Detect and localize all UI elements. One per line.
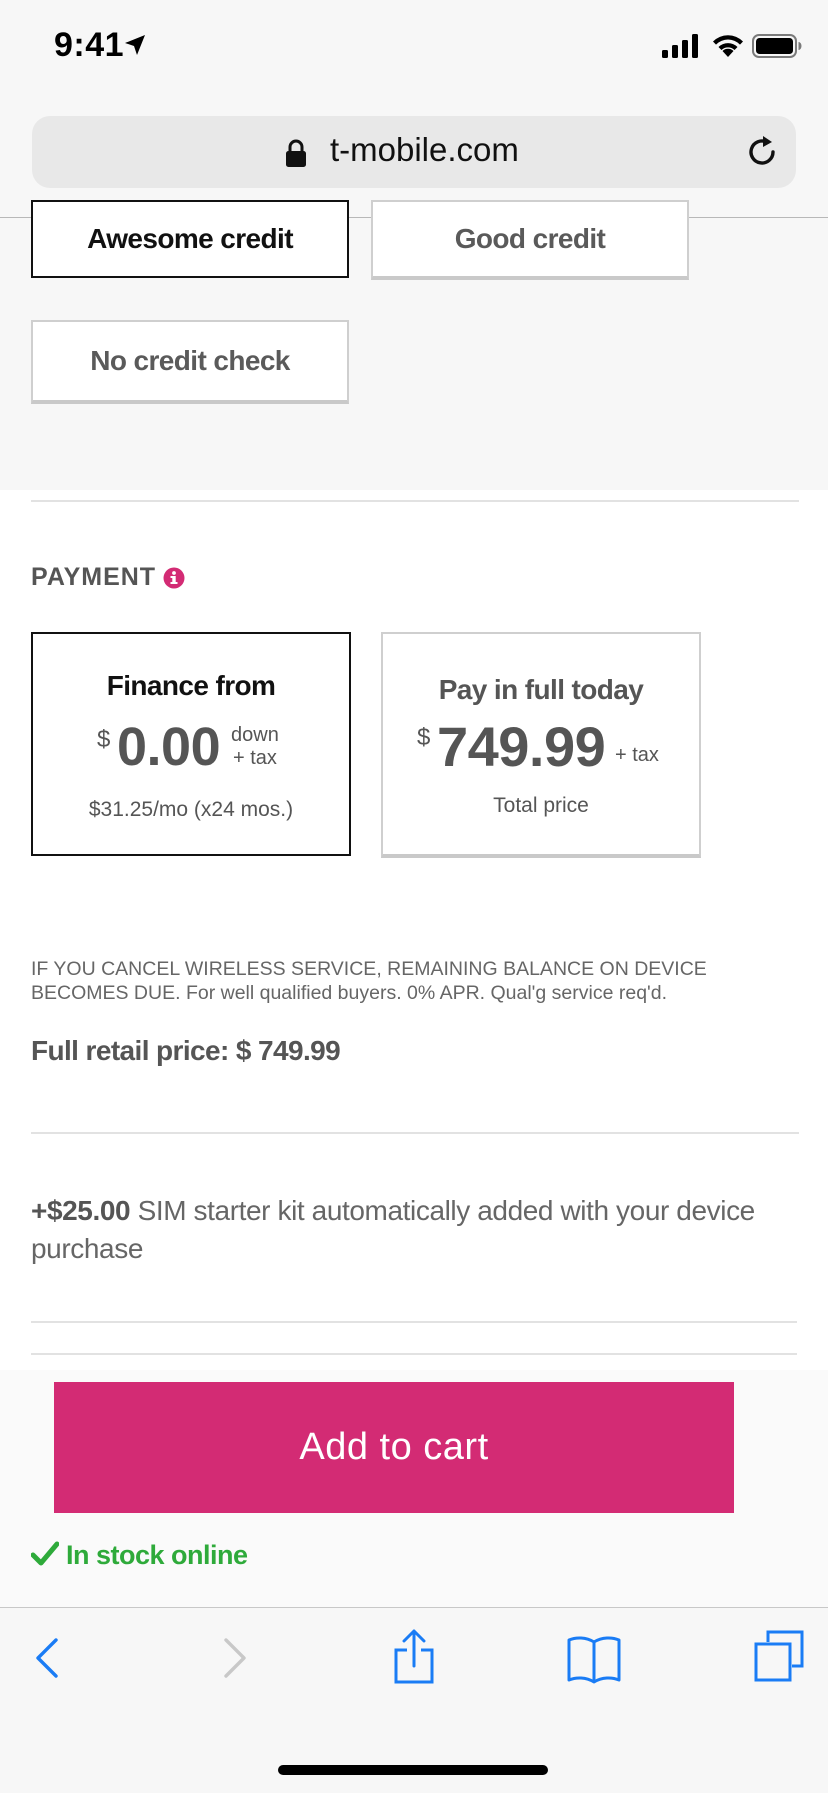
stock-status: In stock online: [66, 1540, 248, 1570]
home-indicator: [278, 1765, 548, 1775]
section-divider: [31, 1321, 797, 1323]
credit-option-label: Awesome credit: [87, 223, 293, 254]
url-text[interactable]: t-mobile.com: [330, 131, 519, 169]
section-divider: [31, 1132, 799, 1134]
pay-in-full-option-card[interactable]: Pay in full today $ 749.99 + tax Total p…: [381, 632, 701, 858]
pay-full-title: Pay in full today: [438, 674, 644, 705]
pay-full-currency: $: [417, 724, 431, 751]
pay-full-tax-label: + tax: [615, 744, 659, 766]
payment-heading: PAYMENT: [31, 563, 157, 591]
lock-icon: [286, 139, 306, 167]
section-divider: [31, 1353, 797, 1355]
finance-disclaimer: IF YOU CANCEL WIRELESS SERVICE, REMAININ…: [31, 958, 707, 1004]
finance-amount: 0.00: [117, 717, 221, 777]
info-icon[interactable]: [163, 567, 185, 589]
pay-full-amount: 749.99: [437, 715, 606, 778]
finance-monthly: $31.25/mo (x24 mos.): [88, 798, 294, 821]
forward-icon[interactable]: [220, 1636, 250, 1680]
cellular-signal-icon: [662, 34, 698, 58]
finance-title: Finance from: [106, 670, 276, 701]
section-divider: [31, 500, 799, 502]
sim-kit-note: +$25.00 SIM starter kit automatically ad…: [31, 1192, 771, 1268]
checkmark-icon: [31, 1541, 59, 1566]
wifi-icon: [713, 35, 743, 57]
tabs-icon[interactable]: [752, 1628, 806, 1684]
add-to-cart-button[interactable]: Add to cart: [54, 1382, 734, 1513]
back-icon[interactable]: [32, 1636, 62, 1680]
full-retail-price: Full retail price: $ 749.99: [31, 1035, 341, 1066]
sim-kit-text: SIM starter kit automatically added with…: [31, 1195, 755, 1264]
bookmarks-icon[interactable]: [566, 1634, 622, 1684]
finance-tax-label: + tax: [233, 747, 277, 769]
finance-down-label: down: [231, 724, 279, 746]
pay-full-caption: Total price: [493, 794, 589, 817]
reload-icon[interactable]: [744, 134, 780, 170]
finance-currency: $: [97, 726, 111, 753]
sim-kit-amount: +$25.00: [31, 1195, 131, 1226]
credit-option-no-check[interactable]: No credit check: [31, 320, 349, 404]
share-icon[interactable]: [392, 1628, 436, 1684]
credit-option-label: No credit check: [90, 345, 290, 376]
status-time: 9:41: [54, 26, 125, 64]
location-arrow-icon: [125, 35, 145, 55]
credit-option-awesome[interactable]: Awesome credit: [31, 200, 349, 278]
credit-option-good[interactable]: Good credit: [371, 200, 689, 280]
battery-icon: [752, 34, 802, 58]
finance-option-card[interactable]: Finance from $ 0.00 down + tax $31.25/mo…: [31, 632, 351, 856]
credit-option-label: Good credit: [454, 223, 606, 254]
